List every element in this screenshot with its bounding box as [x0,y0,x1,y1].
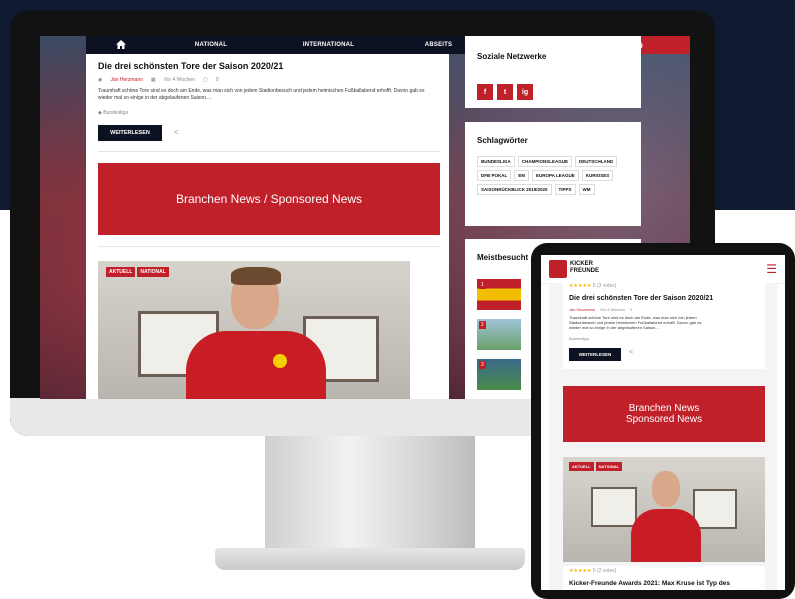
tag-link[interactable]: EUROPA LEAGUE [532,170,579,181]
club-logo [273,354,287,368]
social-icons: f t ig [477,84,533,100]
kicker-freunde-logo[interactable] [549,260,567,278]
match-thumbnail: 3 [477,359,521,390]
badge-national[interactable]: NATIONAL [595,462,623,471]
tag-cloud: BUNDESLIGA CHAMPIONSLEAGUE DEUTSCHLAND D… [477,156,627,195]
post-title[interactable]: Die drei schönsten Tore der Saison 2020/… [98,61,283,71]
tablet-post-card: ★★★★★ 5 (3 votes) Die drei schönsten Tor… [563,283,765,369]
tablet-share-icon[interactable]: < [629,349,633,356]
tablet-post-excerpt: Traumhaft schöne Tore sind es doch am En… [569,315,702,330]
logo-line-2: FREUNDE [570,268,600,274]
tag-link[interactable]: CHAMPIONSLEAGUE [517,156,573,167]
most-visited-item[interactable]: 1 [477,279,521,310]
tablet-post-title[interactable]: Die drei schönsten Tore der Saison 2020/… [569,295,713,302]
post-author[interactable]: Jan Herzmann [110,77,143,83]
divider [98,246,440,247]
spain-flag-thumbnail: 1 [477,279,521,310]
most-visited-item[interactable]: 2 [477,319,521,350]
post-meta: ◉ Jan Herzmann ▦ Vor 4 Wochen ▢ 0 [98,77,218,83]
tablet-next-post-title[interactable]: Kicker-Freunde Awards 2021: Max Kruse is… [569,580,769,587]
post-excerpt: Traumhaft schöne Tore sind es doch am En… [98,88,425,101]
comment-icon: ▢ [202,77,208,83]
hamburger-menu-icon[interactable]: ☰ [766,262,777,276]
main-content: Die drei schönsten Tore der Saison 2020/… [86,54,449,399]
tag-link[interactable]: TIPPS [554,184,576,195]
article-badges: AKTUELL NATIONAL [106,267,169,277]
tag-link[interactable]: SAISONRÜCKBLICK 2019/2020 [477,184,552,195]
tablet-post-author[interactable]: Jan Herzmann [569,307,595,312]
player-figure [631,509,701,562]
tablet-comment-count[interactable]: 0 [630,307,632,312]
read-more-button[interactable]: WEITERLESEN [98,125,162,141]
tablet-read-more-button[interactable]: WEITERLESEN [569,348,621,361]
social-widget-title: Soziale Netzwerke [477,52,547,61]
badge-aktuell[interactable]: AKTUELL [106,267,136,277]
rating-text: 5 (3 votes) [592,283,617,289]
goal-thumbnail: 2 [477,319,521,350]
player-hair [231,267,281,285]
tag-link[interactable]: DEUTSCHLAND [575,156,618,167]
tablet-post-meta: Jan Herzmann Vor 4 Wochen 0 [569,307,632,312]
tags-widget: Schlagwörter BUNDESLIGA CHAMPIONSLEAGUE … [465,122,641,226]
post-date: Vor 4 Wochen [163,77,195,83]
rating-stars: ★★★★★ 5 (2 votes) [569,568,617,574]
tag-link[interactable]: DFB POKAL [477,170,512,181]
tablet-sponsored-banner[interactable]: Branchen News Sponsored News [563,386,765,442]
most-visited-item[interactable]: 3 [477,359,521,390]
rating-text: 5 (2 votes) [592,568,617,574]
badge-national[interactable]: NATIONAL [137,267,169,277]
divider [98,151,440,152]
sponsored-line-2: Sponsored News [625,414,703,425]
tablet-post-tag[interactable]: Bundesliga [569,336,589,341]
rating-stars: ★★★★★ 5 (3 votes) [569,283,617,289]
tablet-header: KICKER FREUNDE ☰ [541,255,785,284]
rank-number: 1 [479,281,486,289]
tablet-screen: KICKER FREUNDE ☰ ★★★★★ 5 (3 votes) Die d… [541,255,785,590]
player-head [652,471,680,507]
tablet-article-image[interactable]: AKTUELL NATIONAL [563,457,765,562]
logo-line-1: KICKER [570,261,594,267]
tag-link[interactable]: WM [578,184,595,195]
tag-link[interactable]: KURIOSES [581,170,614,181]
tablet-post-date: Vor 4 Wochen [600,307,626,312]
rank-number: 2 [479,321,486,329]
player-figure [186,331,326,399]
social-widget: Soziale Netzwerke f t ig [465,36,641,108]
tag-link[interactable]: EM [514,170,529,181]
wall-frame [591,487,637,527]
most-visited-title: Meistbesucht [477,253,529,262]
nav-item-international[interactable]: INTERNATIONAL [266,42,391,48]
facebook-icon[interactable]: f [477,84,493,100]
logo-text: KICKER FREUNDE [570,261,599,275]
instagram-icon[interactable]: ig [517,84,533,100]
tags-widget-title: Schlagwörter [477,136,528,145]
tag-link[interactable]: BUNDESLIGA [477,156,515,167]
nav-item-national[interactable]: NATIONAL [156,42,266,48]
tablet-content: ★★★★★ 5 (3 votes) Die drei schönsten Tor… [549,283,777,590]
monitor-stand-base [215,548,525,570]
post-tag-label: Bundesliga [103,110,128,116]
wall-frame [693,489,737,529]
tablet-article-badges: AKTUELL NATIONAL [569,462,623,471]
comment-count[interactable]: 0 [216,77,219,83]
author-icon: ◉ [98,77,103,83]
home-icon[interactable] [86,39,156,51]
twitter-icon[interactable]: t [497,84,513,100]
badge-aktuell[interactable]: AKTUELL [569,462,594,471]
article-image[interactable]: AKTUELL NATIONAL [98,261,410,399]
sponsored-line-1: Branchen News [628,403,700,414]
sponsored-news-banner[interactable]: Branchen News / Sponsored News [98,163,440,235]
monitor-stand [265,436,475,551]
calendar-icon: ▦ [150,77,156,83]
share-icon[interactable]: < [174,128,179,137]
tablet-next-post: ★★★★★ 5 (2 votes) Kicker-Freunde Awards … [563,566,765,590]
post-tag[interactable]: ◆ Bundesliga [98,110,128,116]
rank-number: 3 [479,361,486,369]
